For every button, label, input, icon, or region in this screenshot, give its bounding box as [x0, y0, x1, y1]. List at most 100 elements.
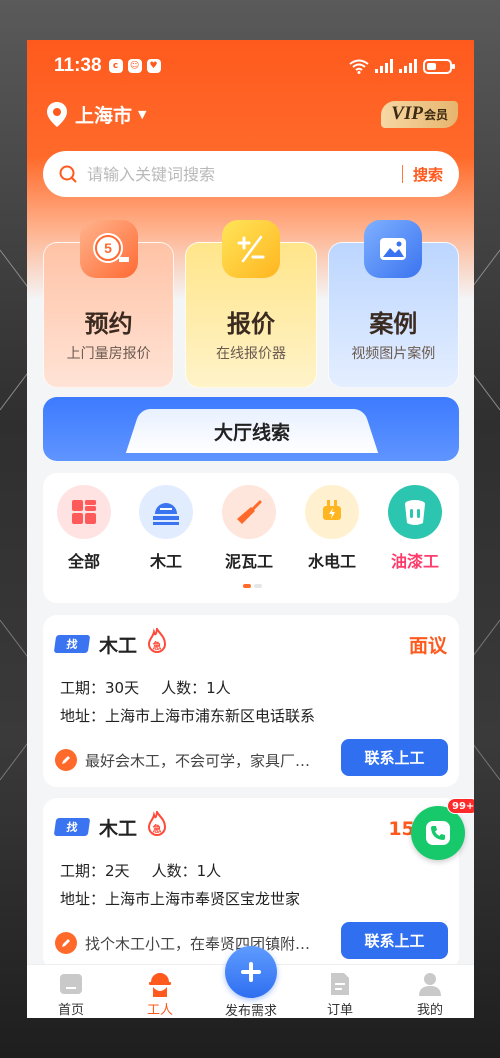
saw-icon	[139, 485, 193, 539]
category-panel: 全部 木工 泥瓦工 水电工 油漆工	[43, 473, 459, 603]
notification-icons: c ☺ ♥	[108, 59, 161, 73]
svg-text:急: 急	[152, 823, 161, 835]
call-button[interactable]	[411, 806, 465, 860]
search-input[interactable]	[87, 164, 396, 184]
category-label: 全部	[67, 552, 100, 571]
worker-helmet-icon	[147, 971, 173, 997]
period-value: 30天	[105, 679, 140, 697]
count-value: 1人	[196, 862, 222, 880]
vip-button[interactable]: VIP 会员	[381, 100, 458, 128]
search-divider	[401, 165, 403, 183]
category-electrician[interactable]: 水电工	[292, 485, 372, 572]
signal-icon	[399, 59, 417, 73]
feature-subtitle: 上门量房报价	[66, 346, 151, 362]
tape-measure-icon: 5	[79, 220, 138, 278]
feature-cards: 5 预约 上门量房报价 报价 在线报价器 案例 视频图片案例	[43, 220, 459, 388]
vip-label: VIP	[391, 103, 423, 124]
home-icon	[58, 971, 84, 997]
category-carpenter[interactable]: 木工	[126, 485, 206, 572]
feature-card-quote[interactable]: 报价 在线报价器	[185, 220, 317, 388]
job-address: 地址：上海市上海市奉贤区宝龙世家	[60, 888, 300, 909]
search-button[interactable]: 搜索	[413, 164, 443, 185]
chevron-down-icon: ▼	[138, 107, 147, 121]
hall-leads-banner: 大厅线索	[43, 397, 459, 463]
order-document-icon	[327, 971, 353, 997]
feature-title: 案例	[369, 310, 418, 338]
hot-flame-icon: 急	[147, 811, 167, 836]
tab-label: 订单	[326, 1003, 353, 1018]
address-label: 地址：	[60, 707, 106, 725]
period-label: 工期：	[60, 679, 106, 697]
signal-icon	[375, 59, 393, 73]
job-tag: 找	[53, 635, 91, 653]
location-pin-icon	[47, 101, 67, 127]
job-tag: 找	[53, 818, 91, 836]
job-card[interactable]: 找 木工 急 面议 工期：30天 人数：1人 地址：上海市上海市浦东新区电话联系…	[43, 615, 459, 787]
feature-card-appointment[interactable]: 5 预约 上门量房报价	[43, 220, 175, 388]
job-title: 木工	[99, 818, 138, 840]
vip-sub-label: 会员	[423, 107, 448, 122]
job-meta: 工期：30天 人数：1人	[60, 677, 231, 698]
count-label: 人数：	[151, 862, 197, 880]
app-screen: 11:38 c ☺ ♥ 上海市 ▼ VIP 会员 请输入关键词搜索 搜索 5 预…	[27, 40, 474, 1018]
period-value: 2天	[105, 862, 130, 880]
battery-icon	[423, 58, 455, 74]
city-name: 上海市	[75, 104, 133, 127]
plus-icon	[241, 962, 261, 982]
category-all[interactable]: 全部	[44, 485, 124, 572]
tab-home[interactable]: 首页	[41, 971, 101, 1018]
period-label: 工期：	[60, 862, 106, 880]
count-value: 1人	[206, 679, 231, 697]
category-label: 油漆工	[390, 552, 439, 571]
tab-label: 工人	[146, 1003, 173, 1018]
feature-subtitle: 在线报价器	[215, 346, 286, 362]
job-price: 面议	[408, 635, 447, 657]
svg-text:5: 5	[104, 240, 112, 256]
app-notification-icon: ♥	[146, 59, 161, 73]
category-label: 泥瓦工	[224, 552, 273, 571]
search-icon	[59, 165, 77, 183]
contact-worker-button[interactable]: 联系上工	[341, 739, 448, 776]
city-selector[interactable]: 上海市 ▼	[47, 101, 146, 128]
app-notification-icon: c	[108, 59, 123, 73]
address-value: 上海市上海市浦东新区电话联系	[105, 707, 316, 725]
svg-text:急: 急	[152, 640, 161, 652]
job-card[interactable]: 找 木工 急 150元 工期：2天 人数：1人 地址：上海市上海市奉贤区宝龙世家…	[43, 798, 459, 970]
description-text: 找个木工小工，在奉贤四团镇附…	[85, 934, 311, 953]
description-text: 最好会木工，不会可学，家具厂…	[85, 751, 311, 770]
tab-hall-leads[interactable]: 大厅线索	[147, 409, 357, 453]
post-request-label: 发布需求	[224, 1004, 277, 1018]
category-tiler[interactable]: 泥瓦工	[209, 485, 289, 572]
feature-title: 报价	[226, 310, 275, 338]
unread-badge: 99+	[447, 798, 474, 814]
feature-title: 预约	[84, 310, 133, 338]
category-painter[interactable]: 油漆工	[375, 485, 455, 572]
tab-orders[interactable]: 订单	[310, 971, 370, 1018]
status-bar: 11:38 c ☺ ♥	[27, 40, 474, 92]
calculator-icon	[221, 220, 280, 278]
hall-title: 大厅线索	[213, 421, 290, 444]
plug-icon	[305, 485, 359, 539]
job-description: 最好会木工，不会可学，家具厂…	[55, 749, 335, 771]
edit-icon	[55, 749, 77, 771]
image-icon	[364, 220, 423, 278]
tab-mine[interactable]: 我的	[400, 971, 460, 1018]
post-request-button[interactable]	[225, 946, 277, 998]
tab-label: 首页	[57, 1003, 84, 1018]
address-label: 地址：	[60, 890, 106, 908]
grid-icon	[57, 485, 111, 539]
wifi-icon	[349, 59, 369, 74]
category-label: 水电工	[307, 552, 356, 571]
search-bar: 搜索	[43, 151, 459, 197]
user-icon	[417, 971, 443, 997]
tab-label: 我的	[416, 1003, 443, 1018]
status-time: 11:38	[54, 55, 102, 76]
address-value: 上海市上海市奉贤区宝龙世家	[105, 890, 301, 908]
feature-card-cases[interactable]: 案例 视频图片案例	[327, 220, 459, 388]
tab-worker[interactable]: 工人	[130, 971, 190, 1018]
top-header: 上海市 ▼ VIP 会员	[27, 92, 474, 136]
contact-worker-button[interactable]: 联系上工	[341, 922, 448, 959]
job-title: 木工	[99, 635, 138, 657]
hot-flame-icon: 急	[147, 628, 167, 653]
feature-subtitle: 视频图片案例	[351, 346, 436, 362]
